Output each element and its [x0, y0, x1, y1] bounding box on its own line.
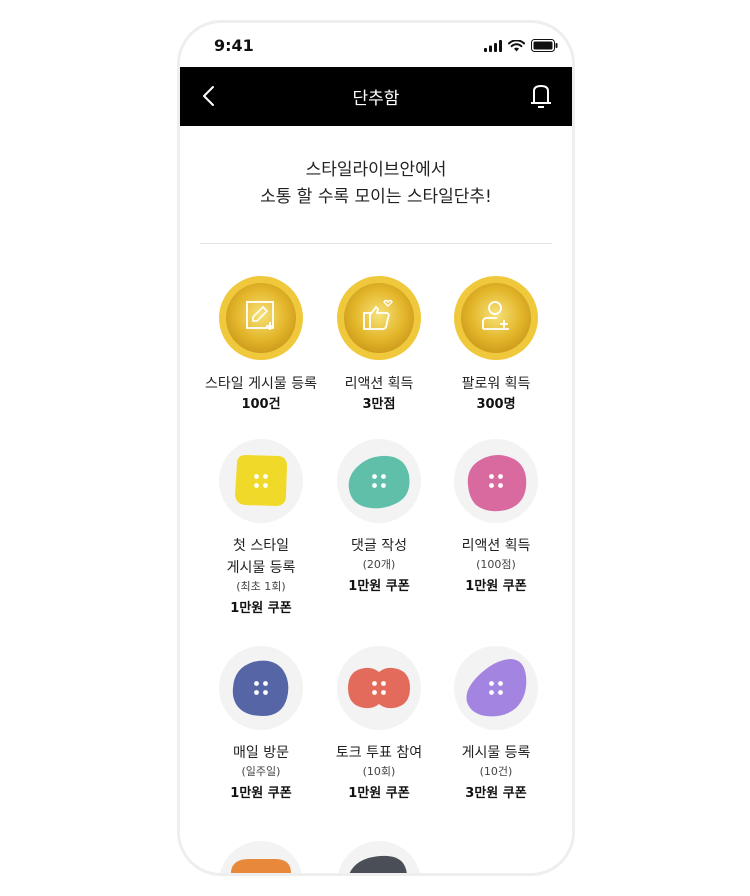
button-badge [219, 646, 303, 730]
thumbs-up-icon [337, 276, 421, 360]
mission-title-line-1: 리액션 획득 [461, 538, 531, 554]
button-badge [337, 646, 421, 730]
mission-title-line-2: 게시물 등록 [226, 560, 296, 576]
achievement-reward: 300명 [476, 397, 516, 412]
mission-daily-visit[interactable]: 매일 방문 (일주일) 1만원 쿠폰 [202, 646, 320, 804]
mission-reward: 1만원 쿠폰 [348, 579, 410, 594]
mission-condition: (20개) [362, 558, 396, 571]
nav-bar: 단추함 [180, 67, 572, 126]
gold-medal [218, 275, 304, 361]
achievement-follower[interactable]: 팔로워 획득 300명 [437, 275, 555, 415]
gold-medal [453, 275, 539, 361]
purple-button-icon [466, 659, 527, 717]
mission-title: 게시물 등록 [437, 742, 555, 764]
button-badge [454, 439, 538, 523]
mission-condition: (100점) [476, 558, 516, 571]
achievement-reward: 100건 [241, 397, 281, 412]
gold-medal [336, 275, 422, 361]
mission-title-line-1: 댓글 작성 [351, 538, 407, 554]
mission-reaction[interactable]: 리액션 획득 (100점) 1만원 쿠폰 [437, 439, 555, 597]
mission-title: 리액션 획득 [437, 535, 555, 557]
achievement-reaction[interactable]: 리액션 획득 3만점 [320, 275, 438, 415]
headline-line-2: 소통 할 수록 모이는 스타일단추! [260, 187, 492, 207]
add-person-icon [454, 276, 538, 360]
mission-title-line-1: 매일 방문 [233, 745, 289, 761]
wifi-icon [508, 39, 525, 51]
mission-reward: 1만원 쿠폰 [230, 786, 292, 801]
button-badge [219, 439, 303, 523]
status-icons [484, 39, 558, 52]
yellow-button-icon [235, 455, 287, 506]
charcoal-button-icon [349, 855, 407, 873]
mission-title-line-1: 토크 투표 참여 [335, 745, 423, 761]
achievement-title: 팔로워 획득 [461, 376, 531, 392]
mission-comment[interactable]: 댓글 작성 (20개) 1만원 쿠폰 [320, 439, 438, 597]
headline: 스타일라이브안에서 소통 할 수록 모이는 스타일단추! [180, 157, 572, 211]
button-badge [337, 841, 421, 873]
page-title: 단추함 [352, 89, 400, 109]
achievement-title: 스타일 게시물 등록 [205, 376, 317, 392]
mission-reward: 1만원 쿠폰 [465, 579, 527, 594]
headline-line-1: 스타일라이브안에서 [305, 160, 447, 180]
orange-button-icon [231, 859, 291, 873]
teal-button-icon [348, 455, 410, 509]
mission-title: 댓글 작성 [320, 535, 438, 557]
mission-charcoal[interactable] [320, 841, 438, 873]
navy-button-icon [232, 660, 289, 716]
mission-talk-vote[interactable]: 토크 투표 참여 (10회) 1만원 쿠폰 [320, 646, 438, 804]
coral-button-icon [348, 667, 410, 709]
signal-icon [484, 39, 502, 52]
mission-title-line-1: 게시물 등록 [461, 745, 531, 761]
mission-reward: 1만원 쿠폰 [230, 601, 292, 616]
achievement-title: 리액션 획득 [344, 376, 414, 392]
mission-condition: (10회) [362, 765, 396, 778]
mission-title: 토크 투표 참여 [320, 742, 438, 764]
back-arrow-icon[interactable] [198, 84, 222, 108]
mission-first-post[interactable]: 첫 스타일 게시물 등록 (최초 1회) 1만원 쿠폰 [202, 439, 320, 619]
bell-icon[interactable] [528, 83, 554, 109]
mission-title: 매일 방문 [202, 742, 320, 764]
button-badge [337, 439, 421, 523]
mission-condition: (최초 1회) [236, 580, 286, 593]
mission-post[interactable]: 게시물 등록 (10건) 3만원 쿠폰 [437, 646, 555, 804]
battery-icon [531, 39, 558, 52]
mission-title: 첫 스타일 게시물 등록 [202, 535, 320, 579]
mission-title-line-1: 첫 스타일 [233, 538, 289, 554]
achievement-reward: 3만점 [362, 397, 396, 412]
edit-image-icon [219, 276, 303, 360]
mission-orange[interactable] [202, 841, 320, 873]
pink-button-icon [467, 455, 527, 512]
mission-reward: 1만원 쿠폰 [348, 786, 410, 801]
mission-reward: 3만원 쿠폰 [465, 786, 527, 801]
mission-condition: (일주일) [241, 765, 281, 778]
status-bar: 9:41 [180, 23, 572, 69]
mission-condition: (10건) [479, 765, 513, 778]
phone-frame: 9:41 단추함 스타일라이브안에서 소통 할 수록 모이는 스타일단추! 스타… [177, 20, 575, 876]
status-time: 9:41 [214, 36, 254, 55]
button-badge [454, 646, 538, 730]
achievement-post[interactable]: 스타일 게시물 등록 100건 [202, 275, 320, 415]
button-badge [219, 841, 303, 873]
divider [200, 243, 552, 244]
